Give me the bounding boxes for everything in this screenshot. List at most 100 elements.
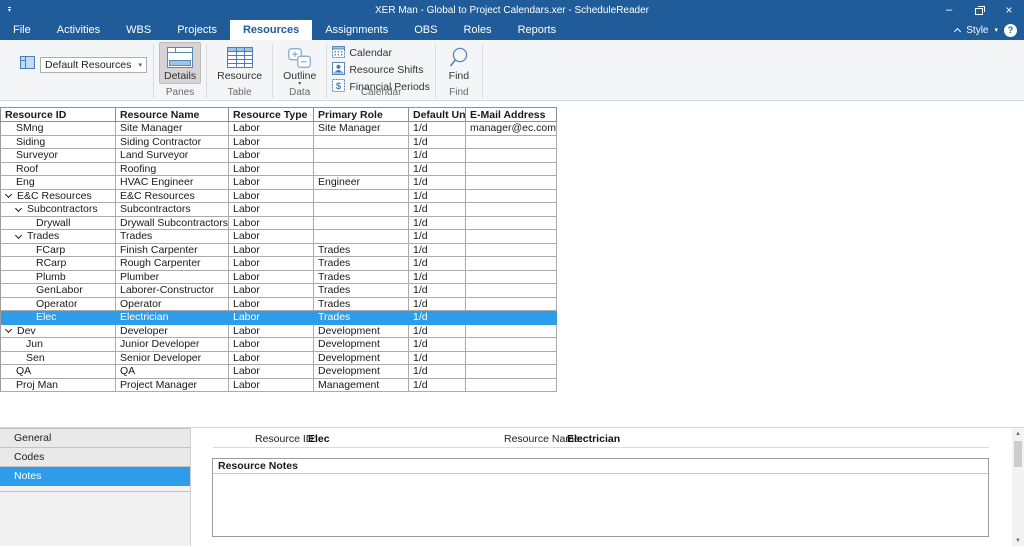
tab-reports[interactable]: Reports [505, 20, 570, 40]
tab-wbs[interactable]: WBS [113, 20, 164, 40]
group-label-data: Data [289, 87, 311, 98]
group-label-panes: Panes [165, 87, 195, 98]
table-cell: Development [314, 338, 409, 352]
table-row[interactable]: RCarp Rough Carpenter Labor Trades 1/d [0, 257, 557, 271]
calendar-button[interactable]: Calendar [332, 44, 430, 61]
view-selector-value: Default Resources [45, 59, 132, 71]
tab-file[interactable]: File [0, 20, 44, 40]
details-divider [213, 447, 989, 448]
table-cell: Trades [314, 284, 409, 298]
resource-id-text: GenLabor [36, 284, 83, 297]
resource-notes-content[interactable] [213, 474, 988, 536]
window-controls: – × [934, 0, 1024, 20]
table-row[interactable]: Elec Electrician Labor Trades 1/d [0, 311, 557, 325]
group-label-calendar: Calendar [360, 87, 402, 98]
resource-name-value: Electrician [567, 433, 621, 445]
table-row[interactable]: Plumb Plumber Labor Trades 1/d [0, 270, 557, 284]
table-cell: Senior Developer [116, 351, 229, 365]
tab-obs[interactable]: OBS [401, 20, 450, 40]
column-header-resource-type[interactable]: Resource Type [229, 108, 314, 122]
details-button[interactable]: Details [159, 42, 202, 84]
find-button[interactable]: Find [441, 42, 477, 84]
column-header-resource-id[interactable]: Resource ID [1, 108, 116, 122]
minimize-button[interactable]: – [934, 0, 964, 20]
table-row[interactable]: GenLabor Laborer-Constructor Labor Trades 1/… [0, 284, 557, 298]
table-cell [466, 257, 557, 271]
table-row[interactable]: Eng HVAC Engineer Labor Engineer 1/d [0, 176, 557, 190]
table-cell: Development [314, 365, 409, 379]
table-cell: Trades [314, 243, 409, 257]
restore-button[interactable] [964, 0, 994, 20]
table-cell: Management [314, 378, 409, 392]
table-cell: 1/d [409, 203, 466, 217]
resource-button[interactable]: Resource [212, 42, 267, 84]
tab-assignments[interactable]: Assignments [312, 20, 401, 40]
details-tab-codes[interactable]: Codes [0, 448, 190, 467]
table-row[interactable]: FCarp Finish Carpenter Labor Trades 1/d [0, 243, 557, 257]
column-header-resource-name[interactable]: Resource Name [116, 108, 229, 122]
table-row[interactable]: Proj Man Project Manager Labor Management 1/… [0, 378, 557, 392]
details-tab-general[interactable]: General [0, 428, 190, 448]
scroll-down-icon[interactable]: ▼ [1015, 535, 1021, 546]
table-row[interactable]: Operator Operator Labor Trades 1/d [0, 297, 557, 311]
column-header-default-units[interactable]: Default Units... [409, 108, 466, 122]
table-cell [466, 135, 557, 149]
details-tab-notes[interactable]: Notes [0, 467, 190, 486]
table-row[interactable]: Sen Senior Developer Labor Development 1/d [0, 351, 557, 365]
resource-id-text: Operator [36, 297, 78, 310]
help-icon[interactable]: ? [1004, 23, 1017, 37]
table-cell: GenLabor [1, 284, 116, 298]
details-button-label: Details [164, 70, 197, 82]
table-row[interactable]: Dev Developer Labor Development 1/d [0, 324, 557, 338]
style-menu-button[interactable]: Style [966, 25, 988, 36]
tab-resources[interactable]: Resources [229, 20, 313, 40]
resource-shifts-icon [332, 61, 346, 78]
outline-button[interactable]: Outline ▾ [278, 42, 321, 89]
style-dropdown-icon[interactable]: ▾ [994, 27, 998, 34]
table-row[interactable]: Subcontractors Subcontractors Labor 1/d [0, 203, 557, 217]
table-cell [466, 203, 557, 217]
resource-shifts-button[interactable]: Resource Shifts [332, 61, 430, 78]
table-cell: Subcontractors [1, 203, 116, 217]
find-icon [446, 46, 472, 69]
collapse-ribbon-icon[interactable] [954, 27, 962, 35]
table-row[interactable]: Surveyor Land Surveyor Labor 1/d [0, 149, 557, 163]
expand-chevron-icon[interactable] [14, 204, 23, 212]
scroll-thumb[interactable] [1014, 441, 1022, 467]
quick-access-menu-icon[interactable]: ▾ [8, 6, 12, 14]
table-header-row: Resource ID Resource Name Resource Type … [0, 107, 557, 122]
column-header-email-address[interactable]: E-Mail Address [466, 108, 557, 122]
close-button[interactable]: × [994, 0, 1024, 20]
table-cell: Sen [1, 351, 116, 365]
vertical-scrollbar[interactable]: ▲ ▼ [1012, 428, 1024, 546]
table-cell: Trades [314, 270, 409, 284]
table-row[interactable]: E&C Resources E&C Resources Labor 1/d [0, 189, 557, 203]
column-header-primary-role[interactable]: Primary Role [314, 108, 409, 122]
table-cell [466, 351, 557, 365]
table-cell: Siding [1, 135, 116, 149]
table-cell: 1/d [409, 284, 466, 298]
table-row[interactable]: SMng Site Manager Labor Site Manager 1/d mana… [0, 122, 557, 136]
details-tab-footer [0, 486, 190, 492]
table-row[interactable]: QA QA Labor Development 1/d [0, 365, 557, 379]
table-cell: Finish Carpenter [116, 243, 229, 257]
table-row[interactable]: Siding Siding Contractor Labor 1/d [0, 135, 557, 149]
expand-chevron-icon[interactable] [14, 231, 23, 239]
table-cell: Labor [229, 284, 314, 298]
table-row[interactable]: Drywall Drywall Subcontractors Labor 1/d [0, 216, 557, 230]
scroll-up-icon[interactable]: ▲ [1015, 428, 1021, 439]
tab-projects[interactable]: Projects [164, 20, 230, 40]
tab-roles[interactable]: Roles [450, 20, 504, 40]
resource-id-text: Drywall [36, 216, 71, 229]
table-cell: 1/d [409, 135, 466, 149]
view-selector-dropdown[interactable]: Default Resources ▾ [40, 57, 147, 73]
table-cell: Laborer-Constructor [116, 284, 229, 298]
table-cell: Labor [229, 324, 314, 338]
table-row[interactable]: Roof Roofing Labor 1/d [0, 162, 557, 176]
expand-chevron-icon[interactable] [4, 191, 13, 199]
table-row[interactable]: Jun Junior Developer Labor Development 1/d [0, 338, 557, 352]
tab-activities[interactable]: Activities [44, 20, 113, 40]
expand-chevron-icon[interactable] [4, 326, 13, 334]
table-cell [466, 176, 557, 190]
table-row[interactable]: Trades Trades Labor 1/d [0, 230, 557, 244]
